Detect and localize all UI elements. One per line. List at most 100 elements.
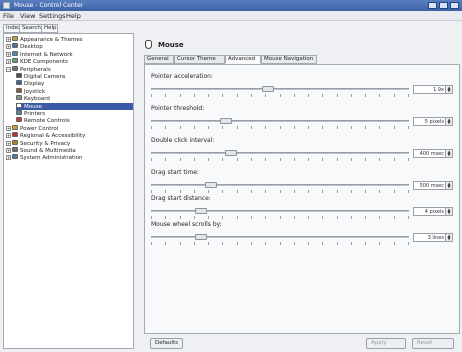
tree-item[interactable]: + System Administration bbox=[6, 154, 133, 161]
tree-item[interactable]: Display bbox=[16, 80, 133, 87]
tick-mark bbox=[379, 190, 380, 193]
tick-mark bbox=[222, 126, 223, 129]
tick-mark bbox=[165, 126, 166, 129]
value-spinbox[interactable]: 400 msec ▲ ▼ bbox=[413, 149, 453, 158]
tree-item-label: Display bbox=[24, 81, 45, 88]
slider-handle[interactable] bbox=[225, 150, 237, 156]
tick-mark bbox=[222, 216, 223, 219]
tab-index[interactable]: Index bbox=[3, 24, 21, 33]
expander-icon[interactable]: + bbox=[6, 140, 11, 146]
spin-arrows-icon[interactable]: ▲ ▼ bbox=[445, 182, 452, 189]
spin-arrows-icon[interactable]: ▲ ▼ bbox=[445, 208, 452, 215]
tick-mark bbox=[194, 94, 195, 97]
tab-search[interactable]: Search bbox=[19, 24, 42, 33]
menu-file[interactable]: File bbox=[3, 12, 14, 20]
tree-item[interactable]: − Peripherals bbox=[6, 65, 133, 73]
slider-track[interactable] bbox=[151, 88, 409, 90]
spin-arrows-icon[interactable]: ▲ ▼ bbox=[445, 150, 452, 157]
expander-icon[interactable]: + bbox=[6, 148, 11, 153]
tree-item[interactable]: + Security & Privacy bbox=[6, 139, 133, 147]
value-spinbox[interactable]: 3 lines ▲ ▼ bbox=[413, 233, 453, 242]
minimize-icon[interactable] bbox=[428, 2, 437, 9]
slider-track[interactable] bbox=[151, 210, 409, 212]
module-tree[interactable]: + Appearance & Themes + Desktop + Internet & … bbox=[3, 33, 134, 349]
tree-item[interactable]: Printers bbox=[16, 110, 133, 117]
expander-icon[interactable]: + bbox=[6, 133, 11, 139]
expander-icon[interactable]: + bbox=[6, 125, 11, 131]
tick-mark bbox=[394, 190, 395, 193]
slider-track[interactable] bbox=[151, 120, 409, 122]
tick-mark bbox=[251, 242, 252, 245]
spin-arrows-icon[interactable]: ▲ ▼ bbox=[445, 234, 452, 241]
value-spinbox[interactable]: 1.9x ▲ ▼ bbox=[413, 85, 453, 94]
tab-mouse-navigation[interactable]: Mouse Navigation bbox=[261, 55, 317, 64]
tree-item[interactable]: + KDE Components bbox=[6, 58, 133, 65]
tree-item[interactable]: + Sound & Multimedia bbox=[6, 147, 133, 154]
tree-item[interactable]: + Internet & Network bbox=[6, 50, 133, 58]
slider-handle[interactable] bbox=[195, 234, 207, 240]
slider-ticks bbox=[151, 216, 409, 219]
tree-item[interactable]: + Appearance & Themes bbox=[6, 36, 133, 43]
tick-mark bbox=[394, 216, 395, 219]
tab-help[interactable]: Help bbox=[41, 24, 58, 33]
tree-item[interactable]: + Desktop bbox=[6, 43, 133, 50]
expander-icon[interactable]: + bbox=[6, 59, 11, 65]
slider-handle[interactable] bbox=[195, 208, 207, 214]
tab-general[interactable]: General bbox=[144, 55, 174, 64]
slider-track[interactable] bbox=[151, 236, 409, 238]
page-title: Mouse bbox=[158, 41, 184, 49]
tick-mark bbox=[365, 94, 366, 97]
tick-mark bbox=[280, 94, 281, 97]
setting-label: Double click interval: bbox=[151, 137, 215, 144]
tree-item[interactable]: + Regional & Accessibility bbox=[6, 132, 133, 139]
tick-mark bbox=[280, 242, 281, 245]
close-icon[interactable] bbox=[450, 2, 459, 9]
spin-arrows-icon[interactable]: ▲ ▼ bbox=[445, 118, 452, 125]
tree-item-label: Joystick bbox=[24, 88, 46, 95]
tree-item-label: Peripherals bbox=[20, 66, 51, 73]
menu-settings[interactable]: Settings bbox=[39, 12, 66, 20]
tree-item[interactable]: Remote Controls bbox=[16, 117, 133, 124]
expander-icon[interactable]: + bbox=[6, 51, 11, 57]
tree-item-label: Mouse bbox=[24, 103, 42, 110]
tick-mark bbox=[237, 242, 238, 245]
reset-button[interactable]: Reset bbox=[412, 338, 454, 349]
maximize-icon[interactable] bbox=[439, 2, 448, 9]
tab-advanced[interactable]: Advanced bbox=[225, 55, 261, 64]
slider-track[interactable] bbox=[151, 152, 409, 154]
expander-icon[interactable]: + bbox=[6, 155, 11, 161]
tree-item[interactable]: + Power Control bbox=[6, 124, 133, 132]
menu-view[interactable]: View bbox=[20, 12, 35, 20]
tick-mark bbox=[322, 126, 323, 129]
expander-icon[interactable]: + bbox=[6, 37, 11, 42]
menu-help[interactable]: Help bbox=[66, 12, 81, 20]
tick-mark bbox=[322, 242, 323, 245]
value-spinbox[interactable]: 5 pixels ▲ ▼ bbox=[413, 117, 453, 126]
tab-cursor-theme[interactable]: Cursor Theme bbox=[174, 55, 225, 64]
tree-item-label: KDE Components bbox=[20, 59, 68, 66]
tick-mark bbox=[165, 242, 166, 245]
slider-track[interactable] bbox=[151, 184, 409, 186]
slider-handle[interactable] bbox=[220, 118, 232, 124]
slider-handle[interactable] bbox=[262, 86, 274, 92]
tick-mark bbox=[180, 190, 181, 193]
defaults-button[interactable]: Defaults bbox=[150, 338, 183, 349]
tree-item[interactable]: Joystick bbox=[16, 87, 133, 95]
tick-mark bbox=[408, 216, 409, 219]
expander-icon[interactable]: + bbox=[6, 44, 11, 50]
value-spinbox[interactable]: 4 pixels ▲ ▼ bbox=[413, 207, 453, 216]
tick-mark bbox=[294, 242, 295, 245]
tick-mark bbox=[208, 216, 209, 219]
tick-mark bbox=[408, 158, 409, 161]
apply-button[interactable]: Apply bbox=[366, 338, 406, 349]
tree-item[interactable]: Digital Camera bbox=[16, 73, 133, 80]
value-spinbox[interactable]: 500 msec ▲ ▼ bbox=[413, 181, 453, 190]
expander-icon[interactable]: − bbox=[6, 66, 11, 72]
title-bar[interactable]: Mouse - Control Center bbox=[0, 0, 462, 11]
tick-mark bbox=[194, 216, 195, 219]
tree-item[interactable]: Keyboard bbox=[16, 95, 133, 102]
slider-handle[interactable] bbox=[205, 182, 217, 188]
tree-item[interactable]: Mouse bbox=[16, 102, 133, 110]
tick-mark bbox=[222, 242, 223, 245]
spin-arrows-icon[interactable]: ▲ ▼ bbox=[445, 86, 452, 93]
